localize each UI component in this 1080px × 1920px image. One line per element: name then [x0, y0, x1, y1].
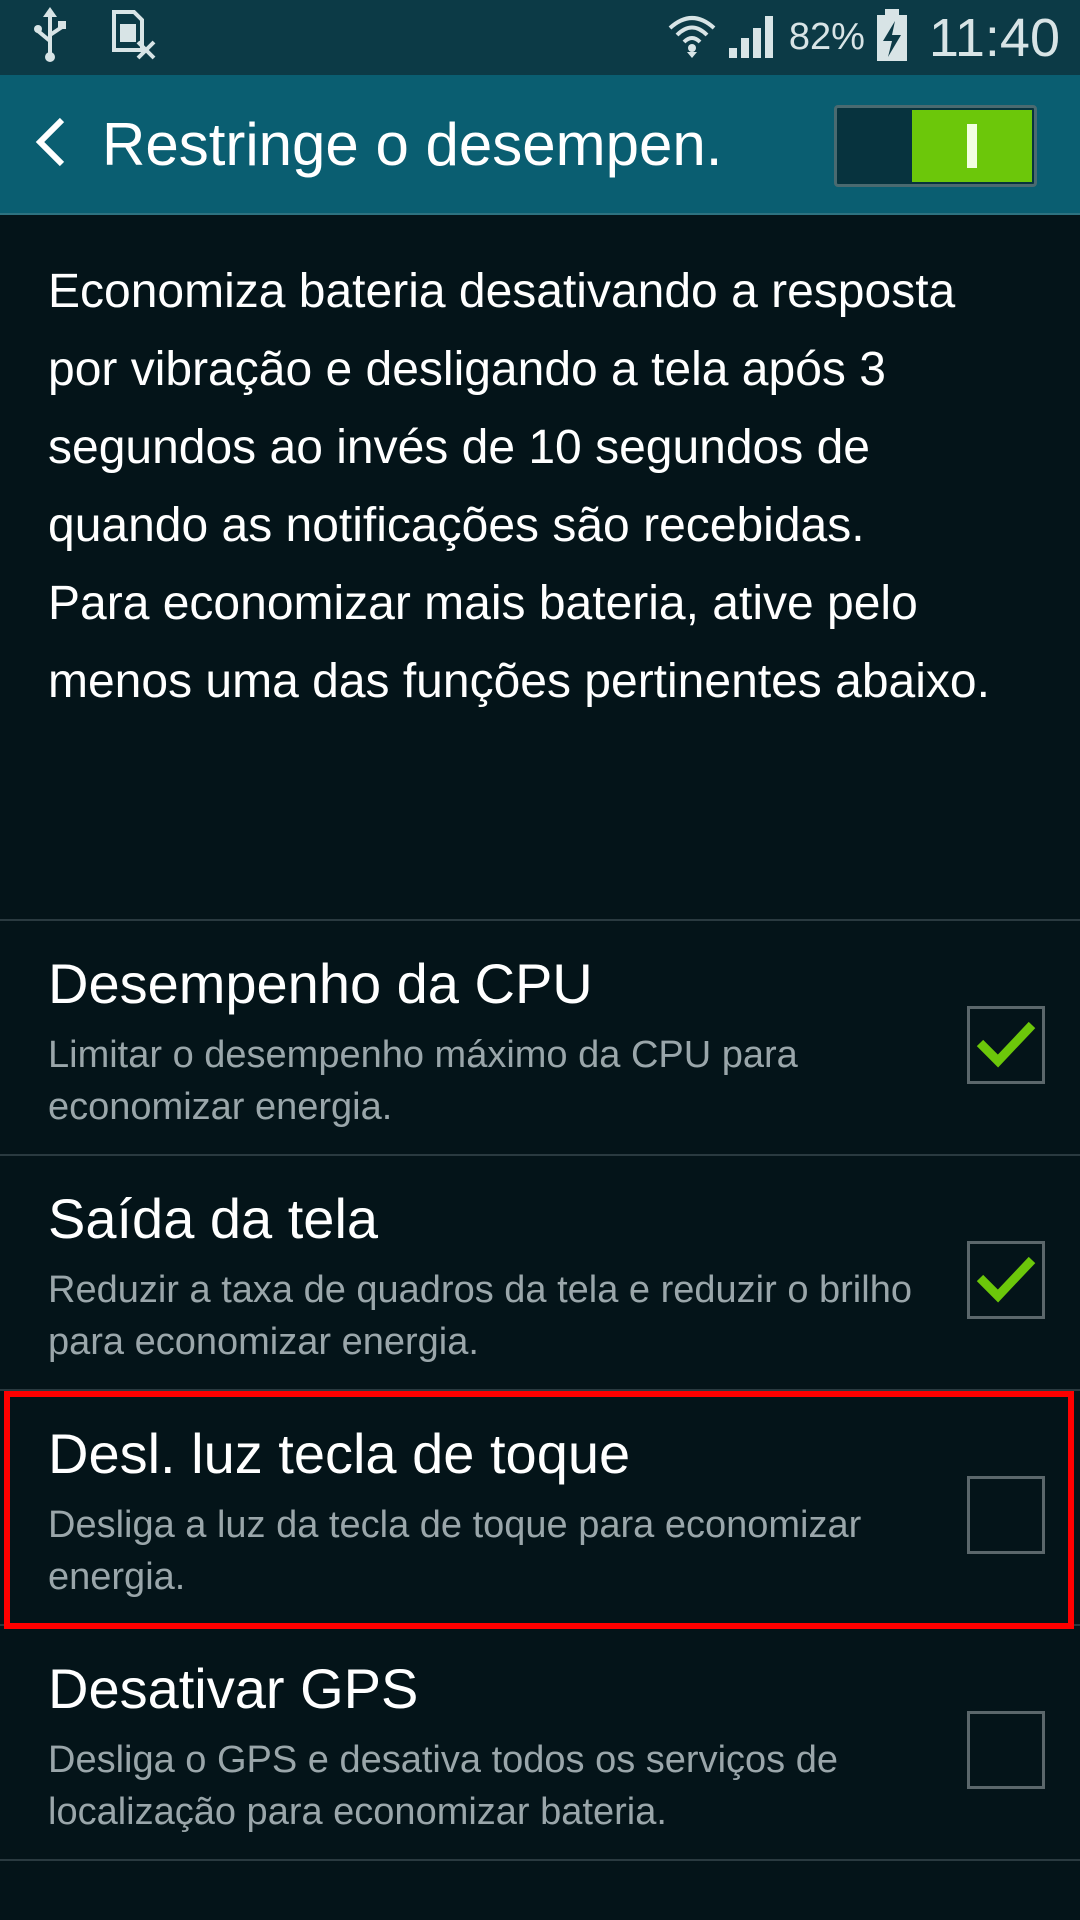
sim-card-disabled-icon: [110, 10, 156, 65]
master-switch[interactable]: [834, 105, 1037, 187]
back-button[interactable]: [10, 74, 90, 214]
switch-knob: [912, 110, 1032, 182]
option-description: Reduzir a taxa de quadros da tela e redu…: [48, 1269, 912, 1363]
status-bar: 82% 11:40: [0, 0, 1080, 75]
option-cpu-performance[interactable]: Desempenho da CPU Limitar o desempenho m…: [0, 921, 1080, 1156]
option-title: Desativar GPS: [48, 1657, 419, 1720]
battery-charging-icon: [875, 7, 909, 68]
action-bar: Restringe o desempen.: [0, 75, 1080, 215]
touch-key-light-checkbox[interactable]: [967, 1476, 1045, 1554]
content: Economiza bateria desativando a resposta…: [0, 217, 1080, 1861]
mode-description: Economiza bateria desativando a resposta…: [0, 217, 1080, 919]
status-time: 11:40: [928, 7, 1060, 68]
page-title: Restringe o desempen.: [102, 110, 723, 178]
option-description: Desliga o GPS e desativa todos os serviç…: [48, 1739, 838, 1833]
description-paragraph-1: Economiza bateria desativando a resposta…: [48, 265, 956, 552]
disable-gps-checkbox[interactable]: [967, 1711, 1045, 1789]
chevron-left-icon: [30, 112, 70, 177]
option-screen-output[interactable]: Saída da tela Reduzir a taxa de quadros …: [0, 1156, 1080, 1391]
option-title: Desl. luz tecla de toque: [48, 1422, 631, 1485]
description-paragraph-2: Para economizar mais bateria, ative pelo…: [48, 577, 990, 708]
option-description: Desliga a luz da tecla de toque para eco…: [48, 1504, 862, 1598]
cell-signal-icon: [727, 10, 779, 65]
usb-icon: [30, 7, 70, 68]
option-title: Desempenho da CPU: [48, 952, 593, 1015]
checkmark-icon: [974, 1017, 1038, 1074]
checkmark-icon: [974, 1252, 1038, 1309]
screen-output-checkbox[interactable]: [967, 1241, 1045, 1319]
option-touch-key-light[interactable]: Desl. luz tecla de toque Desliga a luz d…: [0, 1391, 1080, 1629]
option-description: Limitar o desempenho máximo da CPU para …: [48, 1034, 798, 1128]
option-title: Saída da tela: [48, 1187, 379, 1250]
wifi-icon: [667, 10, 717, 65]
option-disable-gps[interactable]: Desativar GPS Desliga o GPS e desativa t…: [0, 1626, 1080, 1861]
battery-percent: 82%: [788, 16, 865, 58]
cpu-performance-checkbox[interactable]: [967, 1006, 1045, 1084]
